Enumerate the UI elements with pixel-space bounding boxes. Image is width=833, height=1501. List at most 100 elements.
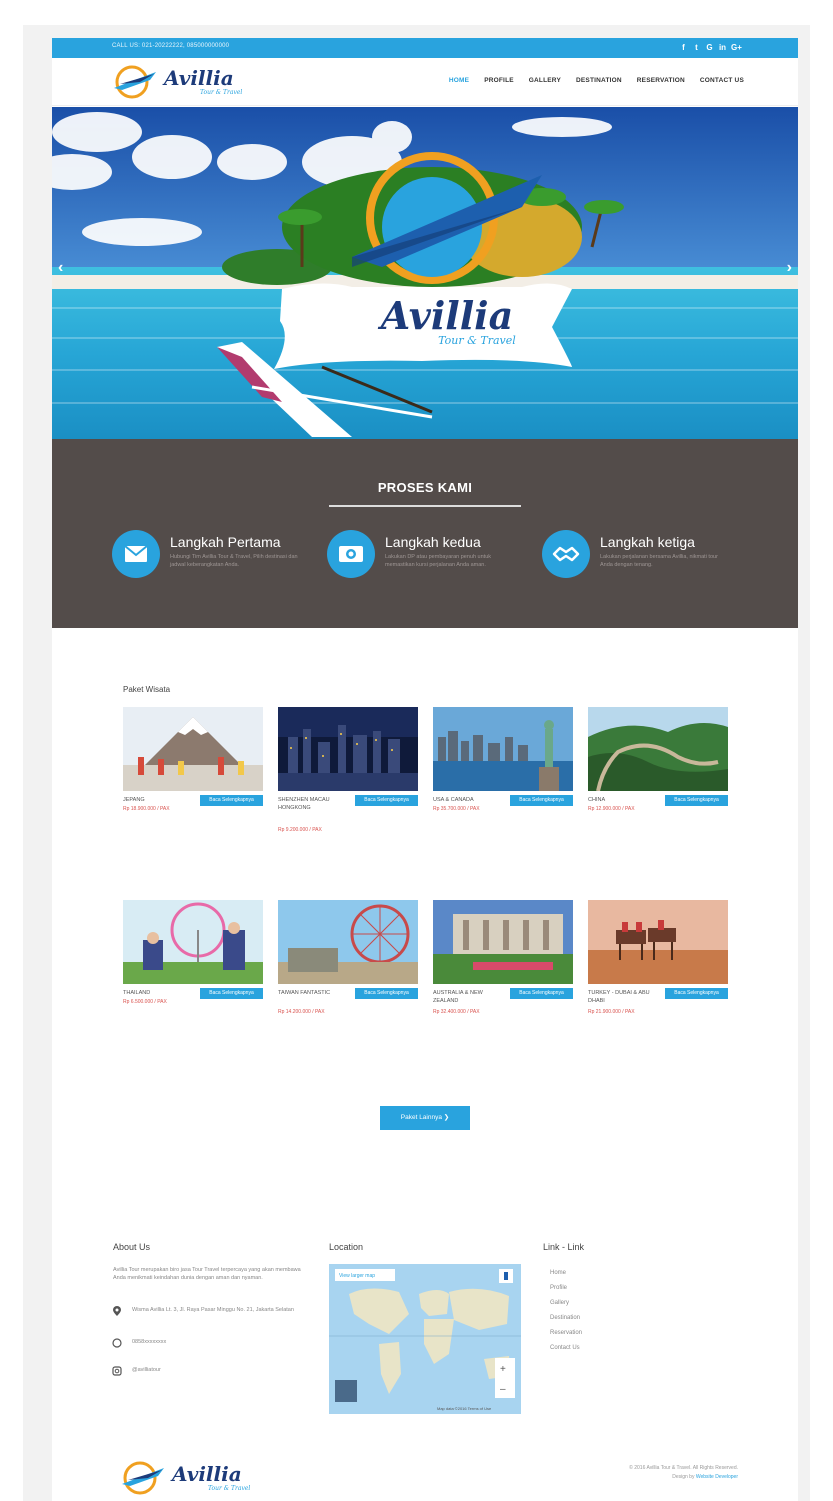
address-item: Wisma Avillia Lt. 3, Jl. Raya Pasar Ming… — [112, 1306, 302, 1316]
nav-destination[interactable]: DESTINATION — [576, 77, 622, 84]
site-logo[interactable]: Avillia Tour & Travel — [110, 64, 250, 100]
slider-next-button[interactable]: › — [787, 259, 792, 277]
nav-home[interactable]: HOME — [449, 77, 469, 84]
package-image[interactable] — [123, 900, 263, 984]
footer-link-reservation[interactable]: Reservation — [550, 1326, 582, 1341]
read-more-button[interactable]: Baca Selengkapnya — [510, 795, 573, 806]
nav-reservation[interactable]: RESERVATION — [637, 77, 685, 84]
footer-link-contact[interactable]: Contact Us — [550, 1341, 582, 1356]
brand-tagline: Tour & Travel — [200, 89, 243, 96]
slider-prev-button[interactable]: ‹ — [58, 259, 63, 277]
package-name: CHINA — [588, 797, 606, 803]
whatsapp-text: 0858xxxxxxxx — [132, 1339, 167, 1346]
package-card: USA & CANADA Rp 35.700.000 / PAX Baca Se… — [433, 707, 573, 847]
google-icon[interactable]: G — [705, 42, 714, 53]
package-price: Rp 32.400.000 / PAX — [433, 1009, 480, 1015]
package-card: TAIWAN FANTASTIC Rp 14.200.000 / PAX Bac… — [278, 900, 418, 1040]
brand-name: Avillia — [172, 1462, 242, 1486]
package-name: THAILAND — [123, 990, 151, 996]
nav-profile[interactable]: PROFILE — [484, 77, 514, 84]
package-price: Rp 18.900.000 / PAX — [123, 806, 170, 812]
footer-link-profile[interactable]: Profile — [550, 1281, 582, 1296]
top-bar: CALL US: 021-20222222, 085000000000 f t … — [52, 38, 798, 58]
read-more-button[interactable]: Baca Selengkapnya — [665, 988, 728, 999]
package-price: Rp 21.900.000 / PAX — [588, 1009, 635, 1015]
handshake-icon — [542, 530, 590, 578]
envelope-icon — [112, 530, 160, 578]
webpage: CALL US: 021-20222222, 085000000000 f t … — [52, 38, 798, 1501]
package-price: Rp 12.900.000 / PAX — [588, 806, 635, 812]
navbar: Avillia Tour & Travel HOME PROFILE GALLE… — [52, 58, 798, 106]
package-card: TURKEY - DUBAI & ABU DHABI Rp 21.900.000… — [588, 900, 728, 1040]
paket-title: Paket Wisata — [123, 685, 171, 694]
step-description: Lakukan DP atau pembayaran penuh untuk m… — [385, 554, 492, 568]
svg-text:–: – — [500, 1384, 506, 1395]
hero-banner: Avillia Tour & Travel — [352, 293, 542, 347]
footer-links: Home Profile Gallery Destination Reserva… — [550, 1266, 582, 1356]
brand-name: Avillia — [164, 66, 234, 90]
footer-logo[interactable]: Avillia Tour & Travel — [118, 1460, 258, 1496]
money-icon — [327, 530, 375, 578]
facebook-icon[interactable]: f — [679, 42, 688, 53]
package-card: CHINA Rp 12.900.000 / PAX Baca Selengkap… — [588, 707, 728, 847]
nav-gallery[interactable]: GALLERY — [529, 77, 561, 84]
read-more-button[interactable]: Baca Selengkapnya — [200, 795, 263, 806]
package-name: TURKEY - DUBAI & ABU DHABI — [588, 990, 650, 1004]
whatsapp-icon — [112, 1338, 122, 1348]
package-image[interactable] — [278, 900, 418, 984]
step-title: Langkah kedua — [385, 534, 481, 550]
step-description: Lakukan perjalanan bersama Avillia, nikm… — [600, 554, 718, 568]
process-step-1: Langkah Pertama Hubungi Tim Avillia Tour… — [112, 530, 312, 590]
step-description: Hubungi Tim Avillia Tour & Travel, Pilih… — [170, 554, 298, 568]
address-text: Wisma Avillia Lt. 3, Jl. Raya Pasar Ming… — [132, 1307, 294, 1314]
footer-link-destination[interactable]: Destination — [550, 1311, 582, 1326]
package-price: Rp 14.200.000 / PAX — [278, 1009, 325, 1015]
package-card: AUSTRALIA & NEW ZEALAND Rp 32.400.000 / … — [433, 900, 573, 1040]
map-pin-icon — [112, 1306, 122, 1316]
about-text: Avillia Tour merupakan biro jasa Tour Tr… — [113, 1267, 301, 1281]
map-larger-link[interactable]: View larger map — [339, 1273, 375, 1279]
process-step-2: Langkah kedua Lakukan DP atau pembayaran… — [327, 530, 527, 590]
map-credit: Map data ©2016 Terms of Use — [437, 1406, 492, 1411]
package-name: AUSTRALIA & NEW ZEALAND — [433, 990, 483, 1004]
copyright: © 2016 Avillia Tour & Travel. All Rights… — [629, 1464, 738, 1482]
about-title: About Us — [113, 1242, 151, 1252]
package-image[interactable] — [278, 707, 418, 791]
instagram-item: @avilliatour — [112, 1366, 302, 1376]
step-title: Langkah ketiga — [600, 534, 695, 550]
more-packages-label: Paket Lainnya — [400, 1114, 442, 1121]
hero-image — [52, 107, 798, 439]
footer-link-home[interactable]: Home — [550, 1266, 582, 1281]
linkedin-icon[interactable]: in — [718, 42, 727, 53]
googleplus-icon[interactable]: G+ — [731, 42, 742, 53]
links-title: Link - Link — [543, 1242, 585, 1252]
package-image[interactable] — [433, 707, 573, 791]
designer-link[interactable]: Website Developer — [696, 1474, 738, 1480]
more-packages-button[interactable]: Paket Lainnya ❯ — [380, 1106, 470, 1130]
location-map[interactable]: View larger map + – Map data ©2016 Terms… — [329, 1264, 521, 1414]
plane-logo-icon — [114, 65, 156, 99]
package-image[interactable] — [588, 707, 728, 791]
package-card: SHENZHEN MACAU HONGKONG Rp 9.200.000 / P… — [278, 707, 418, 847]
package-image[interactable] — [588, 900, 728, 984]
social-links: f t G in G+ — [679, 42, 742, 53]
process-divider — [329, 505, 521, 507]
copyright-text: © 2016 Avillia Tour & Travel. All Rights… — [629, 1465, 738, 1471]
read-more-button[interactable]: Baca Selengkapnya — [200, 988, 263, 999]
package-card: JEPANG Rp 18.900.000 / PAX Baca Selengka… — [123, 707, 263, 847]
package-image[interactable] — [123, 707, 263, 791]
twitter-icon[interactable]: t — [692, 42, 701, 53]
package-price: Rp 35.700.000 / PAX — [433, 806, 480, 812]
package-image[interactable] — [433, 900, 573, 984]
footer-link-gallery[interactable]: Gallery — [550, 1296, 582, 1311]
read-more-button[interactable]: Baca Selengkapnya — [355, 988, 418, 999]
package-name: SHENZHEN MACAU HONGKONG — [278, 797, 330, 811]
package-card: THAILAND Rp 6.500.000 / PAX Baca Selengk… — [123, 900, 263, 1040]
read-more-button[interactable]: Baca Selengkapnya — [510, 988, 573, 999]
package-price: Rp 6.500.000 / PAX — [123, 999, 167, 1005]
read-more-button[interactable]: Baca Selengkapnya — [665, 795, 728, 806]
process-section: PROSES KAMI Langkah Pertama Hubungi Tim … — [52, 439, 798, 628]
plane-logo-icon — [122, 1461, 164, 1495]
nav-contact[interactable]: CONTACT US — [700, 77, 744, 84]
read-more-button[interactable]: Baca Selengkapnya — [355, 795, 418, 806]
